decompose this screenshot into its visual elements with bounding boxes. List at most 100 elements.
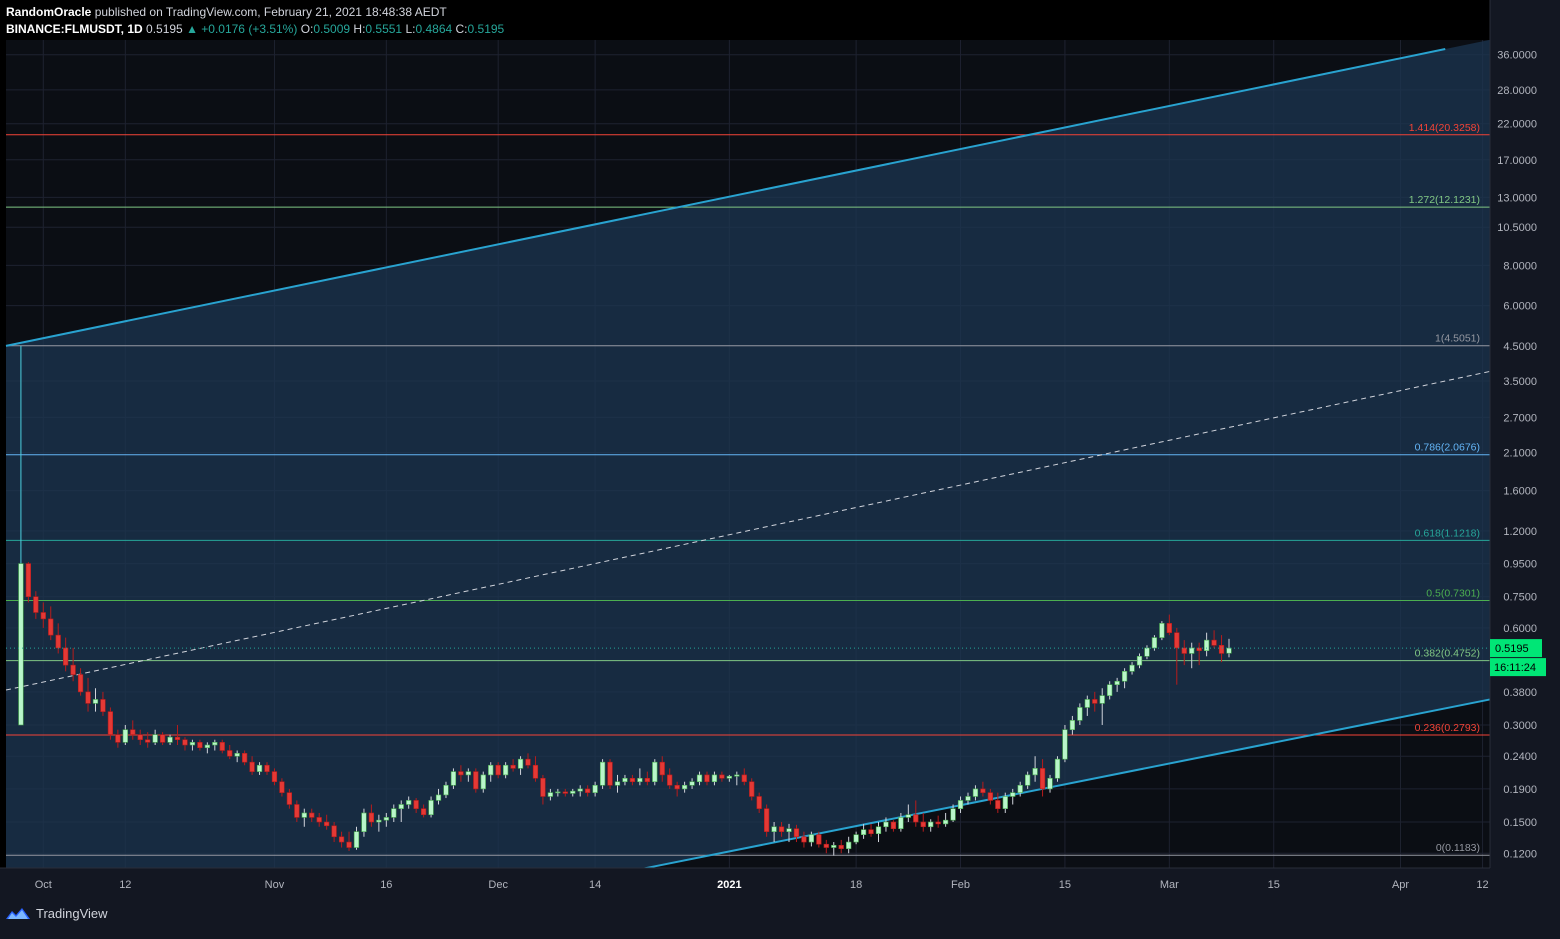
candle-body bbox=[1077, 707, 1083, 721]
time-tick-label: 2021 bbox=[717, 879, 741, 891]
candle-body bbox=[1166, 623, 1172, 633]
candle-body bbox=[294, 804, 300, 818]
candle-body bbox=[361, 812, 367, 832]
candle-body bbox=[197, 742, 203, 749]
candle bbox=[1054, 756, 1061, 782]
time-tick-label: Apr bbox=[1392, 879, 1409, 891]
chart-header: RandomOracle published on TradingView.co… bbox=[6, 4, 504, 38]
candle-body bbox=[1129, 664, 1135, 672]
candle-body bbox=[33, 596, 39, 613]
time-tick-label: Oct bbox=[35, 879, 52, 891]
candle-body bbox=[376, 819, 382, 823]
candle-body bbox=[823, 843, 829, 848]
price-tick-label: 6.0000 bbox=[1503, 301, 1537, 313]
candle-body bbox=[204, 744, 210, 749]
candle-body bbox=[159, 734, 166, 743]
price-tick-label: 17.0000 bbox=[1497, 155, 1537, 167]
candle-body bbox=[1099, 695, 1105, 704]
fib-level-label: 0(0.1183) bbox=[1436, 842, 1480, 854]
candle-body bbox=[18, 563, 24, 726]
close-value: 0.5195 bbox=[467, 22, 505, 36]
candle-body bbox=[905, 814, 911, 818]
candle-body bbox=[234, 753, 240, 757]
candle-body bbox=[1107, 684, 1113, 696]
candle-body bbox=[1025, 774, 1031, 786]
chart-area[interactable]: 1.414(20.3258) 1.272(12.1231) 1(4.5051) 0.7… bbox=[0, 0, 1560, 934]
candle-body bbox=[696, 774, 703, 783]
candle-body bbox=[1204, 639, 1210, 651]
candle-body bbox=[756, 796, 762, 809]
candle-body bbox=[443, 784, 449, 796]
candle-body bbox=[435, 794, 442, 801]
candle bbox=[473, 768, 479, 793]
tradingview-icon bbox=[6, 907, 30, 919]
candle-body bbox=[980, 788, 986, 793]
candle-body bbox=[331, 825, 337, 838]
candle-body bbox=[1211, 639, 1217, 646]
candle-body bbox=[420, 808, 427, 816]
candle-body bbox=[555, 791, 561, 794]
candle-body bbox=[428, 800, 434, 816]
candle-body bbox=[107, 711, 114, 735]
candle-body bbox=[1084, 699, 1090, 708]
candle bbox=[599, 759, 606, 789]
candle-body bbox=[689, 781, 695, 786]
candle-body bbox=[115, 734, 121, 743]
candle-body bbox=[324, 821, 330, 827]
candle-body bbox=[219, 742, 225, 751]
price-tick-label: 0.3800 bbox=[1503, 687, 1537, 699]
candle-body bbox=[764, 808, 770, 832]
candle-body bbox=[667, 774, 673, 786]
candle-body bbox=[585, 788, 591, 793]
author-name[interactable]: RandomOracle bbox=[6, 5, 91, 19]
candle-body bbox=[1092, 699, 1098, 704]
candle bbox=[107, 707, 114, 740]
tradingview-logo[interactable]: TradingView bbox=[6, 906, 108, 921]
candle-body bbox=[525, 758, 531, 766]
price-tick-label: 3.5000 bbox=[1503, 376, 1537, 388]
candle-body bbox=[1226, 647, 1232, 654]
high-label: H: bbox=[353, 22, 366, 36]
candle-body bbox=[540, 777, 546, 797]
chart-canvas[interactable]: 1.414(20.3258) 1.272(12.1231) 1(4.5051) 0.7… bbox=[0, 0, 1560, 934]
candle-body bbox=[816, 834, 822, 845]
candle bbox=[1062, 724, 1068, 763]
countdown-value: 16:11:24 bbox=[1494, 662, 1536, 674]
candle-body bbox=[1054, 758, 1061, 779]
price-tick-label: 0.1900 bbox=[1503, 784, 1537, 796]
candle-body bbox=[1114, 680, 1120, 686]
candle-body bbox=[913, 814, 919, 823]
time-tick-label: 16 bbox=[380, 879, 392, 891]
publish-info: published on TradingView.com, February 2… bbox=[94, 5, 447, 19]
candle-body bbox=[473, 771, 479, 790]
price-tick-label: 2.1000 bbox=[1503, 448, 1537, 460]
candle-body bbox=[510, 764, 516, 769]
candle-body bbox=[570, 790, 576, 794]
candle-body bbox=[48, 618, 54, 636]
time-tick-label: 15 bbox=[1268, 879, 1280, 891]
candle-body bbox=[711, 774, 718, 783]
candle-body bbox=[637, 777, 643, 783]
candle-body bbox=[85, 691, 91, 704]
fib-level-label: 1.414(20.3258) bbox=[1409, 122, 1480, 134]
time-tick-label: 12 bbox=[1476, 879, 1488, 891]
candle-body bbox=[413, 800, 419, 809]
high-value: 0.5551 bbox=[365, 22, 403, 36]
candle-body bbox=[152, 734, 158, 743]
symbol-label[interactable]: BINANCE:FLMUSDT, 1D bbox=[6, 22, 143, 36]
candle bbox=[652, 759, 658, 786]
candle-body bbox=[793, 828, 800, 838]
candle-body bbox=[286, 792, 292, 805]
candle-body bbox=[987, 792, 993, 801]
candle-body bbox=[1174, 632, 1180, 649]
candle-body bbox=[55, 634, 61, 649]
candle-body bbox=[652, 761, 658, 783]
candle-body bbox=[1196, 647, 1202, 651]
candle-body bbox=[227, 750, 233, 757]
time-tick-label: 14 bbox=[589, 879, 601, 891]
footer-bar: TradingView bbox=[0, 896, 1560, 934]
candle-body bbox=[644, 777, 650, 783]
candle-body bbox=[749, 781, 755, 797]
fib-level-label: 0.5(0.7301) bbox=[1426, 587, 1480, 599]
price-tick-label: 1.2000 bbox=[1503, 526, 1537, 538]
